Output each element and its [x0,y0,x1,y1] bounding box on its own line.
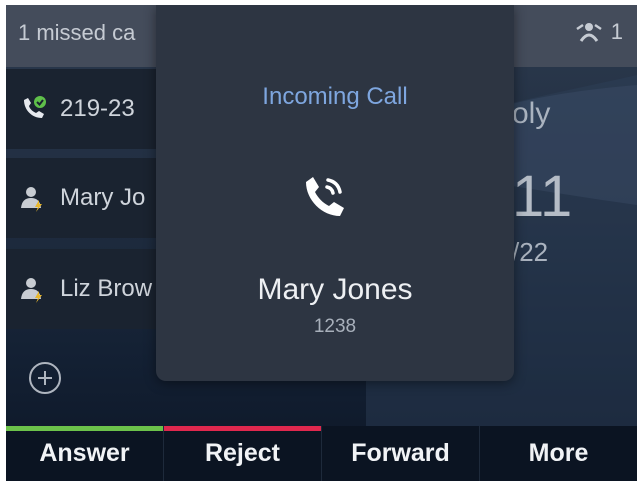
softkey-bar: Answer Reject Forward More [6,426,637,481]
forward-label: Forward [351,439,450,467]
answer-button[interactable]: Answer [6,426,164,481]
answer-accent-bar [6,426,163,431]
forward-button[interactable]: Forward [322,426,480,481]
list-item-label: Mary Jo [60,184,146,211]
list-item-label: Liz Brow [60,275,153,302]
add-circle-icon[interactable] [28,361,62,395]
phone-screen: 1 missed ca 1 219-23 Mary Jo Liz Brow ol… [6,5,637,481]
incoming-call-icon [306,177,344,216]
status-right-indicator: 1 [575,19,623,45]
reject-accent-bar [164,426,321,431]
caller-number: 1238 [313,316,357,337]
background-text-fragment: oly [512,97,551,130]
clock-time-fragment: 11 [512,164,573,229]
incoming-call-dialog: Incoming Call Mary Jones 1238 [156,5,514,381]
clock-date-fragment: /22 [512,237,549,267]
caller-name: Mary Jones [257,273,413,306]
dialog-title: Incoming Call [262,83,408,110]
contact-person-icon [21,278,42,303]
missed-calls-text[interactable]: 1 missed ca [18,20,135,46]
network-icon [576,23,602,42]
status-count: 1 [610,19,623,44]
more-label: More [528,439,589,467]
reject-label: Reject [204,439,281,467]
contact-person-icon [21,187,42,212]
more-button[interactable]: More [480,426,637,481]
phone-check-icon [24,96,46,118]
answer-label: Answer [39,439,130,467]
list-item-contact[interactable]: Liz Brow [6,249,158,329]
list-item-recent-call[interactable]: 219-23 [6,69,158,149]
list-item-contact[interactable]: Mary Jo [6,158,158,238]
reject-button[interactable]: Reject [164,426,322,481]
list-item-label: 219-23 [60,95,135,122]
